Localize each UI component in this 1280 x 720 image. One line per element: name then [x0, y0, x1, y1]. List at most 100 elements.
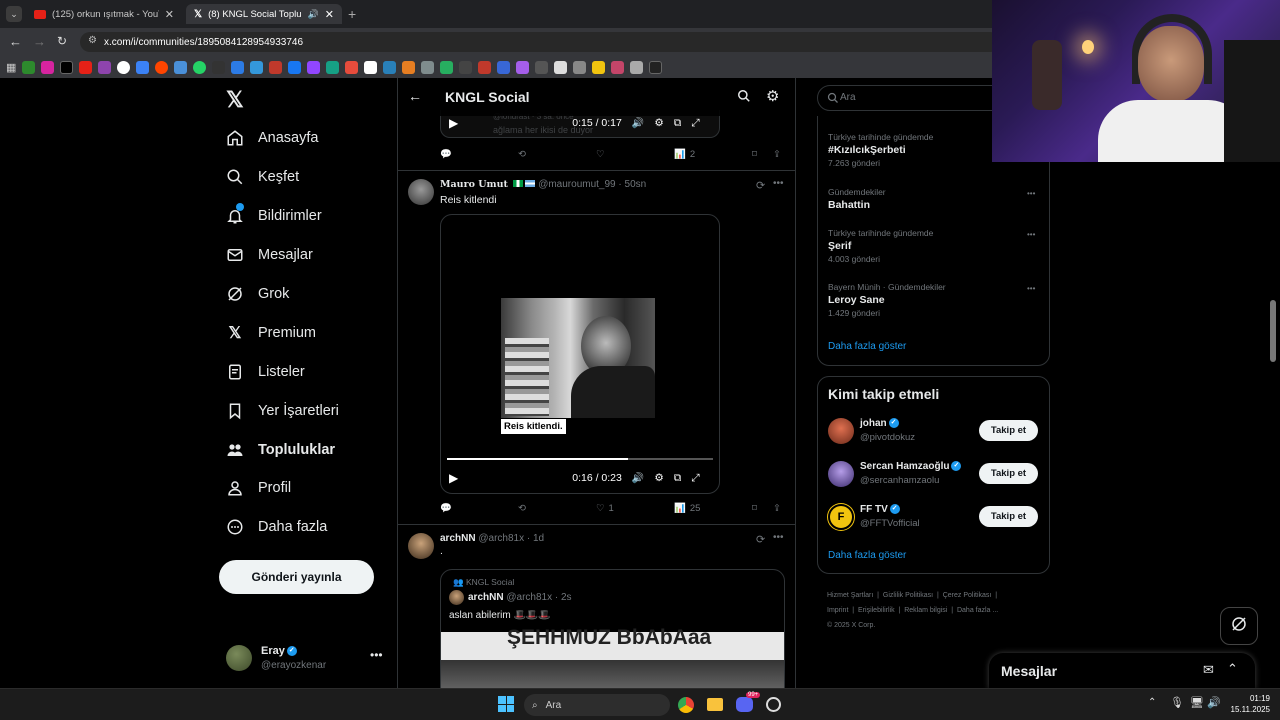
bookmark-icon[interactable]	[22, 60, 36, 74]
bookmark-icon[interactable]	[440, 60, 454, 74]
bookmark-icon[interactable]	[174, 60, 188, 74]
fullscreen-icon[interactable]: ⤢	[691, 472, 699, 485]
bookmark-icon[interactable]	[136, 60, 150, 74]
follow-suggestion[interactable]: Sercan Hamzaoğlu @sercanhamzaolu Takip e…	[828, 460, 1040, 490]
bookmark-icon[interactable]	[478, 60, 492, 74]
nav-more[interactable]: Daha fazla	[226, 513, 327, 541]
show-more-link[interactable]: Daha fazla göster	[828, 550, 906, 561]
back-arrow-icon[interactable]: ←	[408, 88, 422, 104]
follow-suggestion[interactable]: johan @pivotdokuz Takip et	[828, 417, 1040, 447]
video-progress-track[interactable]	[447, 458, 713, 460]
pip-icon[interactable]: ⧉	[674, 472, 682, 485]
bookmark-icon[interactable]	[79, 60, 93, 74]
footer-link[interactable]: Gizlilik Politikası	[883, 592, 933, 599]
back-icon[interactable]: ←	[9, 34, 22, 49]
browser-tab-x[interactable]: 𝕏 (8) KNGL Social Topluluk / X 🔊 ✕	[186, 4, 342, 24]
network-icon[interactable]: 🖥	[1190, 696, 1204, 709]
bookmark-icon[interactable]	[535, 60, 549, 74]
like-button[interactable]: ♡ 1	[596, 503, 614, 514]
share-icon[interactable]: ⇪	[773, 503, 781, 514]
post-button[interactable]: Gönderi yayınla	[219, 560, 374, 594]
views-button[interactable]: 📊 2	[674, 149, 695, 160]
close-icon[interactable]: ✕	[325, 8, 334, 21]
trend-item[interactable]: Gündemdekiler Bahattin •••	[828, 187, 1038, 211]
x-logo-icon[interactable]: 𝕏	[226, 87, 244, 113]
new-message-icon[interactable]: ✉	[1203, 662, 1214, 678]
bookmark-icon[interactable]	[421, 60, 435, 74]
reply-icon[interactable]: 💬	[440, 149, 452, 160]
chevron-up-icon[interactable]: ⌃	[1227, 661, 1238, 677]
settings-icon[interactable]: ⚙	[654, 472, 663, 484]
bookmark-icon[interactable]	[383, 60, 397, 74]
nav-grok[interactable]: Grok	[226, 280, 289, 308]
grok-floating-button[interactable]	[1220, 607, 1258, 645]
footer-link[interactable]: Imprint	[827, 607, 848, 614]
bookmark-icon[interactable]	[364, 60, 378, 74]
tweet[interactable]: Mauro Umut @mauroumut_99 · 50sn ⟳ ••• Re…	[398, 171, 795, 523]
grok-app-icon[interactable]	[766, 697, 781, 712]
nav-notifications[interactable]: Bildirimler	[226, 202, 322, 230]
microphone-icon[interactable]: 🎙	[1170, 696, 1184, 709]
reply-icon[interactable]: 💬	[440, 503, 452, 514]
volume-icon[interactable]: 🔊	[1207, 696, 1221, 709]
gear-icon[interactable]: ⚙	[766, 87, 779, 105]
volume-icon[interactable]: 🔊	[632, 473, 644, 484]
trend-item[interactable]: Türkiye tarihinde gündemde Şerif 4.003 g…	[828, 228, 1038, 264]
grok-icon[interactable]: ⟳	[756, 179, 765, 192]
fullscreen-icon[interactable]: ⤢	[691, 117, 699, 130]
show-more-link[interactable]: Daha fazla göster	[828, 341, 906, 352]
messages-drawer[interactable]: Mesajlar ✉ ⌃	[989, 653, 1255, 689]
nav-lists[interactable]: Listeler	[226, 358, 305, 386]
bookmark-icon[interactable]	[649, 60, 663, 74]
more-icon[interactable]: •••	[773, 532, 784, 543]
follow-button[interactable]: Takip et	[979, 463, 1038, 484]
volume-icon[interactable]: 🔊	[632, 118, 644, 129]
pip-icon[interactable]: ⧉	[674, 117, 682, 130]
follow-button[interactable]: Takip et	[979, 420, 1038, 441]
tweet[interactable]: archNN @arch81x · 1d ⟳ ••• . 👥 KNGL Soci…	[398, 525, 795, 688]
bookmark-icon[interactable]	[288, 60, 302, 74]
folder-icon[interactable]	[707, 698, 723, 711]
bookmark-icon[interactable]	[250, 60, 264, 74]
nav-premium[interactable]: 𝕏 Premium	[226, 319, 316, 347]
share-icon[interactable]: ⇪	[773, 149, 781, 160]
site-info-icon[interactable]: ⚙	[88, 35, 97, 46]
bookmark-icon[interactable]: ⌑	[752, 503, 757, 514]
browser-tab-youtube[interactable]: (125) orkun ışıtmak - YouTube ✕	[26, 4, 182, 24]
chevron-up-icon[interactable]: ⌃	[1148, 697, 1156, 708]
like-icon[interactable]: ♡	[596, 149, 605, 160]
forward-icon[interactable]: →	[33, 34, 46, 49]
page-scrollbar[interactable]	[1270, 300, 1276, 362]
bookmark-icon[interactable]	[269, 60, 283, 74]
search-box[interactable]: Ara	[817, 85, 1007, 111]
footer-link[interactable]: Hizmet Şartları	[827, 592, 873, 599]
bookmark-icon[interactable]	[345, 60, 359, 74]
bookmark-icon[interactable]	[193, 60, 207, 74]
follow-button[interactable]: Takip et	[979, 506, 1038, 527]
bookmark-icon[interactable]	[326, 60, 340, 74]
footer-link[interactable]: Reklam bilgisi	[904, 607, 947, 614]
nav-bookmarks[interactable]: Yer İşaretleri	[226, 397, 339, 425]
clock[interactable]: 01:19 15.11.2025	[1226, 693, 1270, 715]
follow-suggestion[interactable]: F FF TV @FFTVofficial Takip et	[828, 503, 1040, 533]
tweet-video[interactable]: Reis kitlendi. ▶ 0:16 / 0:23 🔊 ⚙ ⧉ ⤢	[440, 214, 720, 494]
bookmark-icon[interactable]	[402, 60, 416, 74]
nav-messages[interactable]: Mesajlar	[226, 241, 313, 269]
speaker-icon[interactable]: 🔊	[308, 9, 319, 20]
bookmark-icon[interactable]	[573, 60, 587, 74]
play-icon[interactable]: ▶	[449, 116, 458, 130]
bookmark-icon[interactable]: ⌑	[752, 149, 757, 160]
chrome-icon[interactable]	[678, 697, 694, 713]
more-icon[interactable]: •••	[773, 178, 784, 189]
footer-link[interactable]: Erişilebilirlik	[858, 607, 895, 614]
bookmark-icon[interactable]	[60, 60, 74, 74]
footer-link[interactable]: Daha fazla ...	[957, 607, 998, 614]
bookmark-icon[interactable]	[117, 60, 131, 74]
grok-icon[interactable]: ⟳	[756, 533, 765, 546]
reload-icon[interactable]: ↻	[57, 34, 67, 48]
settings-icon[interactable]: ⚙	[654, 117, 663, 129]
bookmark-icon[interactable]	[459, 60, 473, 74]
more-icon[interactable]: •••	[1027, 189, 1035, 198]
windows-start-icon[interactable]	[498, 696, 514, 712]
new-tab-button[interactable]: +	[348, 6, 356, 22]
